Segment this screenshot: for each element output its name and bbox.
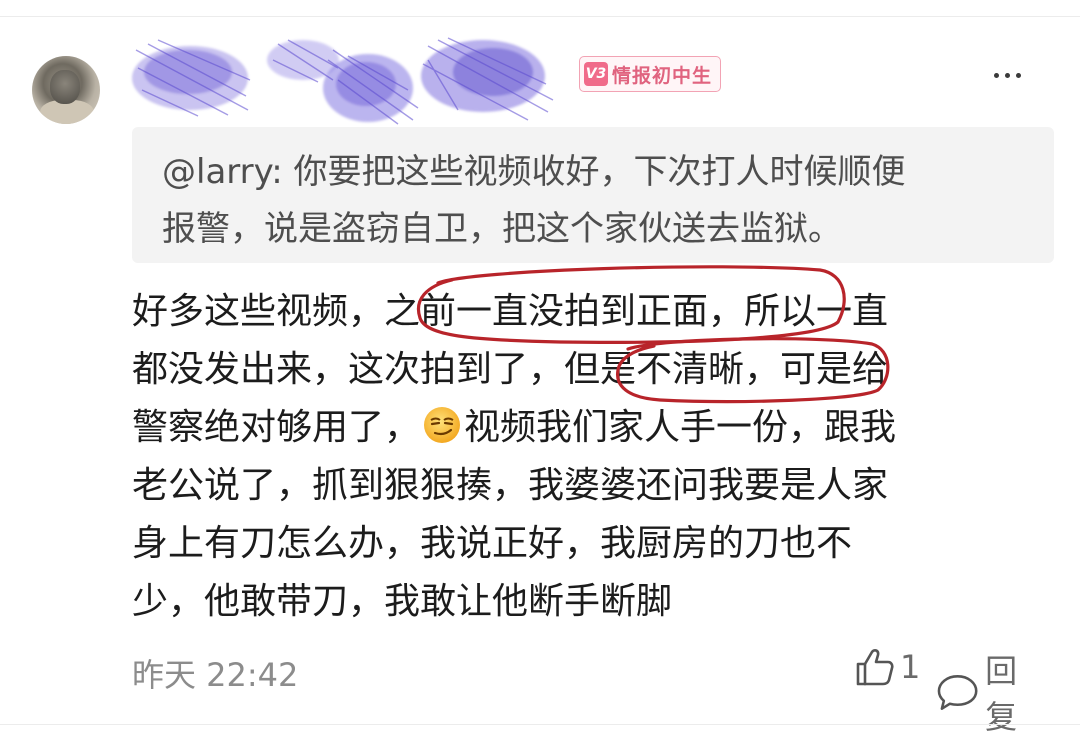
like-button[interactable]: 1 <box>854 646 920 688</box>
comment-bubble-icon <box>937 675 978 710</box>
avatar[interactable] <box>32 56 100 124</box>
quoted-comment: @larry: 你要把这些视频收好，下次打人时候顺便 报警，说是盗窃自卫，把这个… <box>132 127 1054 263</box>
level-icon: V3 <box>584 62 608 86</box>
username-redaction-scribble <box>132 37 554 125</box>
like-count: 1 <box>900 648 921 686</box>
more-options-icon[interactable] <box>990 62 1024 88</box>
quoted-comment-line: 报警，说是盗窃自卫，把这个家伙送去监狱。 <box>162 209 842 249</box>
top-divider <box>0 16 1080 17</box>
comment-footer: 昨天 22:42 1 回复 <box>132 644 1048 736</box>
bottom-divider <box>0 724 1080 725</box>
comment-line: 都没发出来，这次拍到了，但是不清晰，可是给 <box>132 349 889 390</box>
comment-line: 警察绝对够用了， 视频我们家人手一份，跟我 <box>132 407 897 448</box>
level-label: 情报初中生 <box>612 64 713 87</box>
comment-line: 少，他敢带刀，我敢让他断手断脚 <box>132 581 673 622</box>
user-level-badge: V3 情报初中生 <box>579 56 722 92</box>
comment-timestamp: 昨天 22:42 <box>132 656 299 694</box>
comment-line: 身上有刀怎么办，我说正好，我厨房的刀也不 <box>132 523 853 564</box>
smirk-emoji-icon <box>424 407 461 443</box>
comment-line: 好多这些视频，之前一直没拍到正面，所以一直 <box>132 291 889 332</box>
quoted-comment-line: @larry: 你要把这些视频收好，下次打人时候顺便 <box>162 152 906 192</box>
avatar-face <box>50 70 80 104</box>
highlighted-phrase: 但是不清晰， <box>564 349 781 390</box>
highlighted-phrase: 之前一直没拍到正面， <box>384 291 745 332</box>
thumbs-up-icon <box>856 649 894 686</box>
comment-line: 老公说了，抓到狠狠揍，我婆婆还问我要是人家 <box>132 465 889 506</box>
comment-body: 好多这些视频，之前一直没拍到正面，所以一直 都没发出来，这次拍到了，但是不清晰，… <box>132 283 1032 631</box>
